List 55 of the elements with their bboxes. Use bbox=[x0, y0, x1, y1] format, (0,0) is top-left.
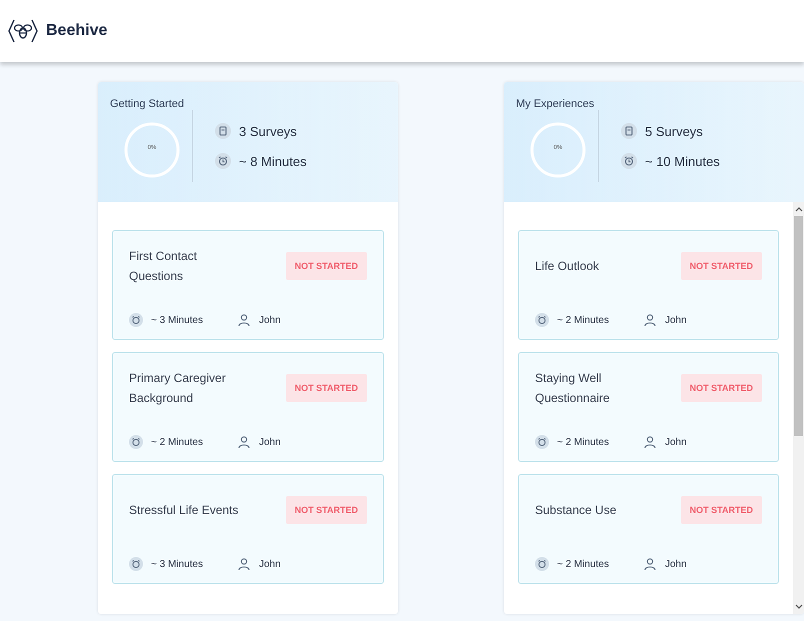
alarm-clock-icon bbox=[621, 153, 637, 169]
survey-title: Primary Caregiver Background bbox=[129, 370, 227, 407]
group-title: My Experiences bbox=[516, 98, 596, 110]
survey-title: Staying Well Questionnaire bbox=[535, 370, 611, 407]
survey-card[interactable]: Primary Caregiver Background NOT STARTED ~ 2 Minutes John bbox=[112, 352, 384, 462]
survey-card[interactable]: Life Outlook NOT STARTED ~ 2 Minutes John bbox=[518, 230, 779, 340]
survey-duration: ~ 2 Minutes bbox=[557, 558, 609, 570]
survey-count: 5 Surveys bbox=[645, 124, 703, 138]
alarm-clock-icon bbox=[129, 435, 143, 449]
alarm-clock-icon bbox=[535, 435, 549, 449]
alarm-clock-icon bbox=[535, 313, 549, 327]
assignee-name: John bbox=[664, 314, 687, 326]
survey-card[interactable]: First Contact Questions NOT STARTED ~ 3 Minutes John bbox=[112, 230, 384, 340]
assignee-name: John bbox=[664, 558, 687, 570]
survey-duration: ~ 3 Minutes bbox=[151, 558, 203, 570]
person-icon bbox=[642, 557, 657, 571]
app-name: Beehive bbox=[46, 22, 108, 40]
assignee-name: John bbox=[664, 436, 687, 448]
alarm-clock-icon bbox=[215, 153, 231, 169]
status-badge: NOT STARTED bbox=[286, 496, 367, 524]
person-icon bbox=[642, 313, 657, 327]
scrollbar[interactable] bbox=[793, 202, 804, 614]
total-duration: ~ 8 Minutes bbox=[239, 154, 307, 168]
survey-card[interactable]: Staying Well Questionnaire NOT STARTED ~ 2 Minutes John bbox=[518, 352, 779, 462]
alarm-clock-icon bbox=[535, 557, 549, 571]
assignee-name: John bbox=[258, 436, 281, 448]
total-duration: ~ 10 Minutes bbox=[645, 154, 720, 168]
clipboard-icon bbox=[215, 123, 231, 139]
bee-logo-icon bbox=[8, 18, 38, 44]
status-badge: NOT STARTED bbox=[286, 252, 367, 280]
status-badge: NOT STARTED bbox=[286, 374, 367, 402]
status-badge: NOT STARTED bbox=[680, 374, 762, 402]
person-icon bbox=[236, 435, 251, 449]
survey-card[interactable]: Substance Use NOT STARTED ~ 2 Minutes John bbox=[518, 474, 779, 584]
survey-title: First Contact Questions bbox=[129, 248, 198, 285]
survey-count: 3 Surveys bbox=[239, 124, 297, 138]
assignee-name: John bbox=[258, 558, 281, 570]
clipboard-icon bbox=[621, 123, 637, 139]
survey-title: Life Outlook bbox=[535, 258, 600, 275]
group-title: Getting Started bbox=[110, 98, 185, 110]
survey-card[interactable]: Stressful Life Events NOT STARTED ~ 3 Minutes John bbox=[112, 474, 384, 584]
survey-title: Stressful Life Events bbox=[129, 502, 240, 519]
survey-duration: ~ 3 Minutes bbox=[151, 314, 203, 326]
alarm-clock-icon bbox=[129, 313, 143, 327]
assignee-name: John bbox=[258, 314, 281, 326]
status-badge: NOT STARTED bbox=[680, 252, 762, 280]
survey-title: Substance Use bbox=[535, 502, 618, 519]
alarm-clock-icon bbox=[129, 557, 143, 571]
survey-duration: ~ 2 Minutes bbox=[151, 436, 203, 448]
person-icon bbox=[236, 557, 251, 571]
person-icon bbox=[642, 435, 657, 449]
survey-duration: ~ 2 Minutes bbox=[557, 314, 609, 326]
survey-duration: ~ 2 Minutes bbox=[557, 436, 609, 448]
status-badge: NOT STARTED bbox=[680, 496, 762, 524]
person-icon bbox=[236, 313, 251, 327]
